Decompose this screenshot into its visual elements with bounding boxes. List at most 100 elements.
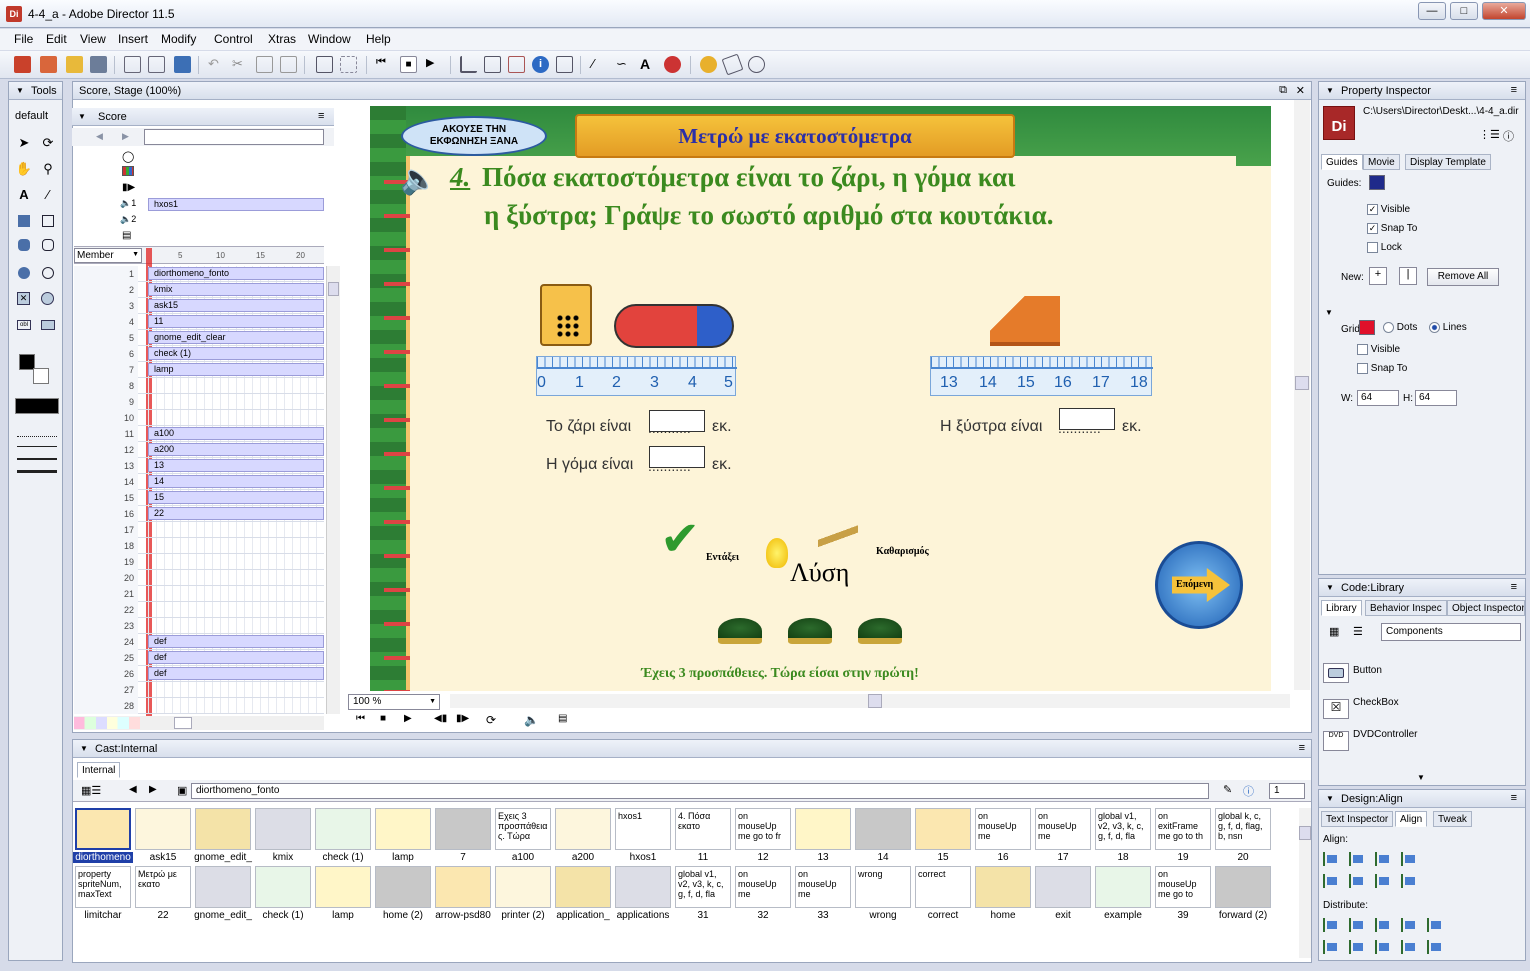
cast-member-thumbnail[interactable] xyxy=(615,866,671,908)
line-width-none[interactable] xyxy=(17,436,57,437)
shockwave-icon[interactable] xyxy=(664,56,681,73)
guides-visible-checkbox[interactable]: ✓ Visible xyxy=(1367,204,1410,215)
align-option-icon[interactable] xyxy=(1349,852,1365,866)
sprite-span[interactable]: gnome_edit_clear xyxy=(148,331,324,344)
cast-member-thumbnail[interactable]: on mouseUp me go to xyxy=(1155,866,1211,908)
object-inspector-icon[interactable] xyxy=(748,56,765,73)
text-tool-icon[interactable]: A xyxy=(15,186,33,204)
cast-member-thumbnail[interactable] xyxy=(255,808,311,850)
button-tool-icon[interactable] xyxy=(39,316,57,334)
collapse-icon[interactable]: ▼ xyxy=(1326,794,1334,803)
eraser-answer-input[interactable] xyxy=(649,446,705,468)
horizontal-guide-handle[interactable]: + xyxy=(1369,267,1387,285)
library-icon[interactable] xyxy=(556,56,573,73)
menu-modify[interactable]: Modify xyxy=(161,32,196,46)
volume-icon[interactable]: 🔈 xyxy=(524,713,539,727)
channel-number[interactable]: 27 xyxy=(74,682,138,698)
replay-audio-button[interactable]: ΑΚΟΥΣΕ ΤΗΝ ΕΚΦΩΝΗΣΗ ΞΑΝΑ xyxy=(401,116,547,156)
cast-member-thumbnail[interactable] xyxy=(1215,866,1271,908)
channel-number[interactable]: 24 xyxy=(74,634,138,650)
lightbulb-icon[interactable] xyxy=(766,538,788,568)
grid-height-input[interactable]: 64 xyxy=(1415,390,1457,406)
menu-insert[interactable]: Insert xyxy=(118,32,148,46)
rewind-icon[interactable]: ⏮ xyxy=(356,713,365,724)
sprite-span[interactable]: def xyxy=(148,635,324,648)
tab-guides[interactable]: Guides xyxy=(1321,154,1363,170)
director-app-icon[interactable]: Di xyxy=(6,6,22,22)
paint-brush-icon[interactable]: ∕ xyxy=(592,56,609,73)
panel-menu-icon[interactable]: ≡ xyxy=(1511,84,1517,96)
cast-member-thumbnail[interactable]: 4. Πόσα εκατο xyxy=(675,808,731,850)
tools-preset[interactable]: default xyxy=(15,110,48,122)
save-all-icon[interactable] xyxy=(148,56,165,73)
channel-number[interactable]: 3 xyxy=(74,298,138,314)
grid-dots-radio[interactable]: Dots xyxy=(1383,322,1417,333)
channel-number[interactable]: 8 xyxy=(74,378,138,394)
stop-icon[interactable]: ■ xyxy=(400,56,417,73)
cast-member-label[interactable]: arrow-psd80 xyxy=(433,910,493,921)
cast-member-thumbnail[interactable] xyxy=(375,808,431,850)
cast-member-thumbnail[interactable]: Μετρώ με εκατο xyxy=(135,866,191,908)
distribute-option-icon[interactable] xyxy=(1375,940,1391,954)
restore-icon[interactable]: ⧉ xyxy=(1279,84,1287,97)
guides-color-picker[interactable] xyxy=(1369,175,1385,190)
zoom-dropdown[interactable]: 100 % ▼ xyxy=(348,694,440,710)
channel-number[interactable]: 14 xyxy=(74,474,138,490)
tab-align[interactable]: Align xyxy=(1395,811,1428,827)
collapse-icon[interactable]: ▼ xyxy=(1326,86,1334,95)
sprite-span[interactable]: 13 xyxy=(148,459,324,472)
sprite-span[interactable]: def xyxy=(148,651,324,664)
distribute-option-icon[interactable] xyxy=(1375,918,1391,932)
frame-grid[interactable] xyxy=(148,522,324,537)
channel-number[interactable]: 12 xyxy=(74,442,138,458)
list-view-icon[interactable]: ⋮☰ xyxy=(1479,128,1500,141)
save-icon[interactable] xyxy=(124,56,141,73)
hand-tool-icon[interactable]: ✋ xyxy=(15,160,33,178)
drag-cast-member-icon[interactable]: ▣ xyxy=(177,784,187,797)
panel-menu-icon[interactable]: ≡ xyxy=(1299,742,1305,754)
channel-number[interactable]: 19 xyxy=(74,554,138,570)
channel-number[interactable]: 16 xyxy=(74,506,138,522)
distribute-option-icon[interactable] xyxy=(1349,918,1365,932)
cast-member-thumbnail[interactable] xyxy=(315,808,371,850)
cast-member-thumbnail[interactable] xyxy=(975,866,1031,908)
channel-number[interactable]: 28 xyxy=(74,698,138,714)
cast-member-thumbnail[interactable]: Εχεις 3 προσπάθεια ς. Τώρα xyxy=(495,808,551,850)
channel-number[interactable]: 13 xyxy=(74,458,138,474)
cast-member-thumbnail[interactable]: property spriteNum, maxText xyxy=(75,866,131,908)
die-answer-input[interactable] xyxy=(649,410,705,432)
loop-icon[interactable]: ⟳ xyxy=(486,713,496,727)
import-icon[interactable] xyxy=(90,56,107,73)
cast-member-label[interactable]: 17 xyxy=(1033,852,1093,863)
next-cast-member-icon[interactable]: ▶ xyxy=(149,784,157,795)
cast-member-thumbnail[interactable]: global v1, v2, v3, k, c, g, f, d, fla xyxy=(675,866,731,908)
cast-member-label[interactable]: 31 xyxy=(673,910,733,921)
cast-member-thumbnail[interactable]: on mouseUp me xyxy=(975,808,1031,850)
pattern-swatch[interactable] xyxy=(15,398,59,414)
cast-member-thumbnail[interactable] xyxy=(255,866,311,908)
tab-tweak[interactable]: Tweak xyxy=(1433,811,1472,827)
frame-grid[interactable] xyxy=(148,538,324,553)
ellipse-icon[interactable] xyxy=(39,264,57,282)
cast-member-label[interactable]: gnome_edit_ xyxy=(193,852,253,863)
round-rect-icon[interactable] xyxy=(39,236,57,254)
filled-rect-icon[interactable] xyxy=(15,212,33,230)
collapse-icon[interactable]: ▼ xyxy=(78,112,86,121)
cast-script-icon[interactable]: ✎ xyxy=(1223,783,1232,796)
grid-lines-radio[interactable]: Lines xyxy=(1429,322,1467,333)
menu-file[interactable]: File xyxy=(14,32,33,46)
cast-member-thumbnail[interactable]: wrong xyxy=(855,866,911,908)
sprite-span[interactable]: 11 xyxy=(148,315,324,328)
library-item-dvdcontroller[interactable]: DVDController xyxy=(1353,729,1417,740)
score-window-icon[interactable] xyxy=(484,56,501,73)
frame-grid[interactable] xyxy=(148,618,324,633)
sprite-span[interactable]: diorthomeno_fonto xyxy=(148,267,324,280)
checkbox-component-icon[interactable]: ☒ xyxy=(1323,699,1349,719)
score-hscroll-thumb[interactable] xyxy=(174,717,192,729)
library-grid-view-icon[interactable]: ▦ xyxy=(1329,625,1339,638)
grid-visible-checkbox[interactable]: Visible xyxy=(1357,344,1400,355)
radio-tool-icon[interactable] xyxy=(39,290,57,308)
library-item-button[interactable]: Button xyxy=(1353,665,1382,676)
cast-member-thumbnail[interactable]: global k, c, g, f, d, flag, b, nsn xyxy=(1215,808,1271,850)
paste-icon[interactable] xyxy=(280,56,297,73)
